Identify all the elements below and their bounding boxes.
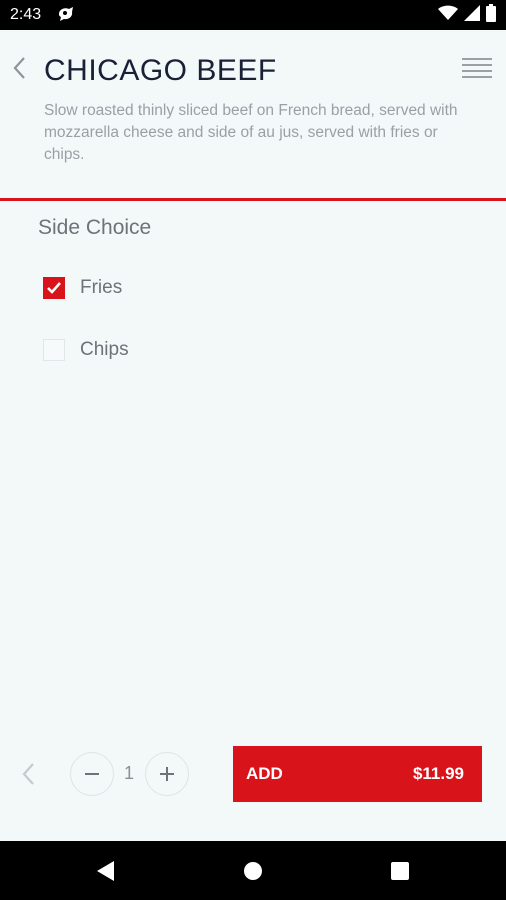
side-choice-title: Side Choice <box>38 216 152 239</box>
product-header: CHICAGO BEEF Slow roasted thinly sliced … <box>0 30 506 198</box>
status-time: 2:43 <box>10 6 42 23</box>
status-bar: 2:43 <box>0 0 506 30</box>
fries-checkbox[interactable] <box>43 277 65 299</box>
order-bar: 1 ADD $11.99 <box>0 740 506 810</box>
add-to-cart-button[interactable]: ADD $11.99 <box>233 746 482 802</box>
add-button-price: $11.99 <box>412 764 464 783</box>
page-title: CHICAGO BEEF <box>44 54 277 87</box>
wifi-icon <box>438 5 458 26</box>
header-divider <box>0 198 506 201</box>
option-label-fries: Fries <box>80 277 123 298</box>
chips-checkbox[interactable] <box>43 339 65 361</box>
notification-icon <box>57 6 75 22</box>
option-fries[interactable]: Fries <box>43 275 122 301</box>
nav-home-icon[interactable] <box>239 857 267 885</box>
system-nav-bar <box>0 841 506 900</box>
quantity-value: 1 <box>123 763 134 783</box>
nav-back-icon[interactable] <box>92 857 120 885</box>
battery-icon <box>486 3 496 27</box>
checkmark-icon <box>47 282 61 294</box>
menu-icon[interactable] <box>462 57 492 79</box>
previous-chevron-icon[interactable] <box>20 762 38 786</box>
increase-quantity-button[interactable] <box>145 752 189 796</box>
minus-icon <box>85 773 99 775</box>
plus-icon <box>160 767 174 781</box>
add-button-label: ADD <box>246 764 283 783</box>
option-chips[interactable]: Chips <box>43 337 129 363</box>
signal-icon <box>464 4 480 26</box>
back-chevron-icon[interactable] <box>10 56 30 80</box>
option-label-chips: Chips <box>80 339 129 360</box>
product-description: Slow roasted thinly sliced beef on Frenc… <box>44 102 458 163</box>
status-icons <box>438 3 496 27</box>
decrease-quantity-button[interactable] <box>70 752 114 796</box>
nav-recents-icon[interactable] <box>386 857 414 885</box>
